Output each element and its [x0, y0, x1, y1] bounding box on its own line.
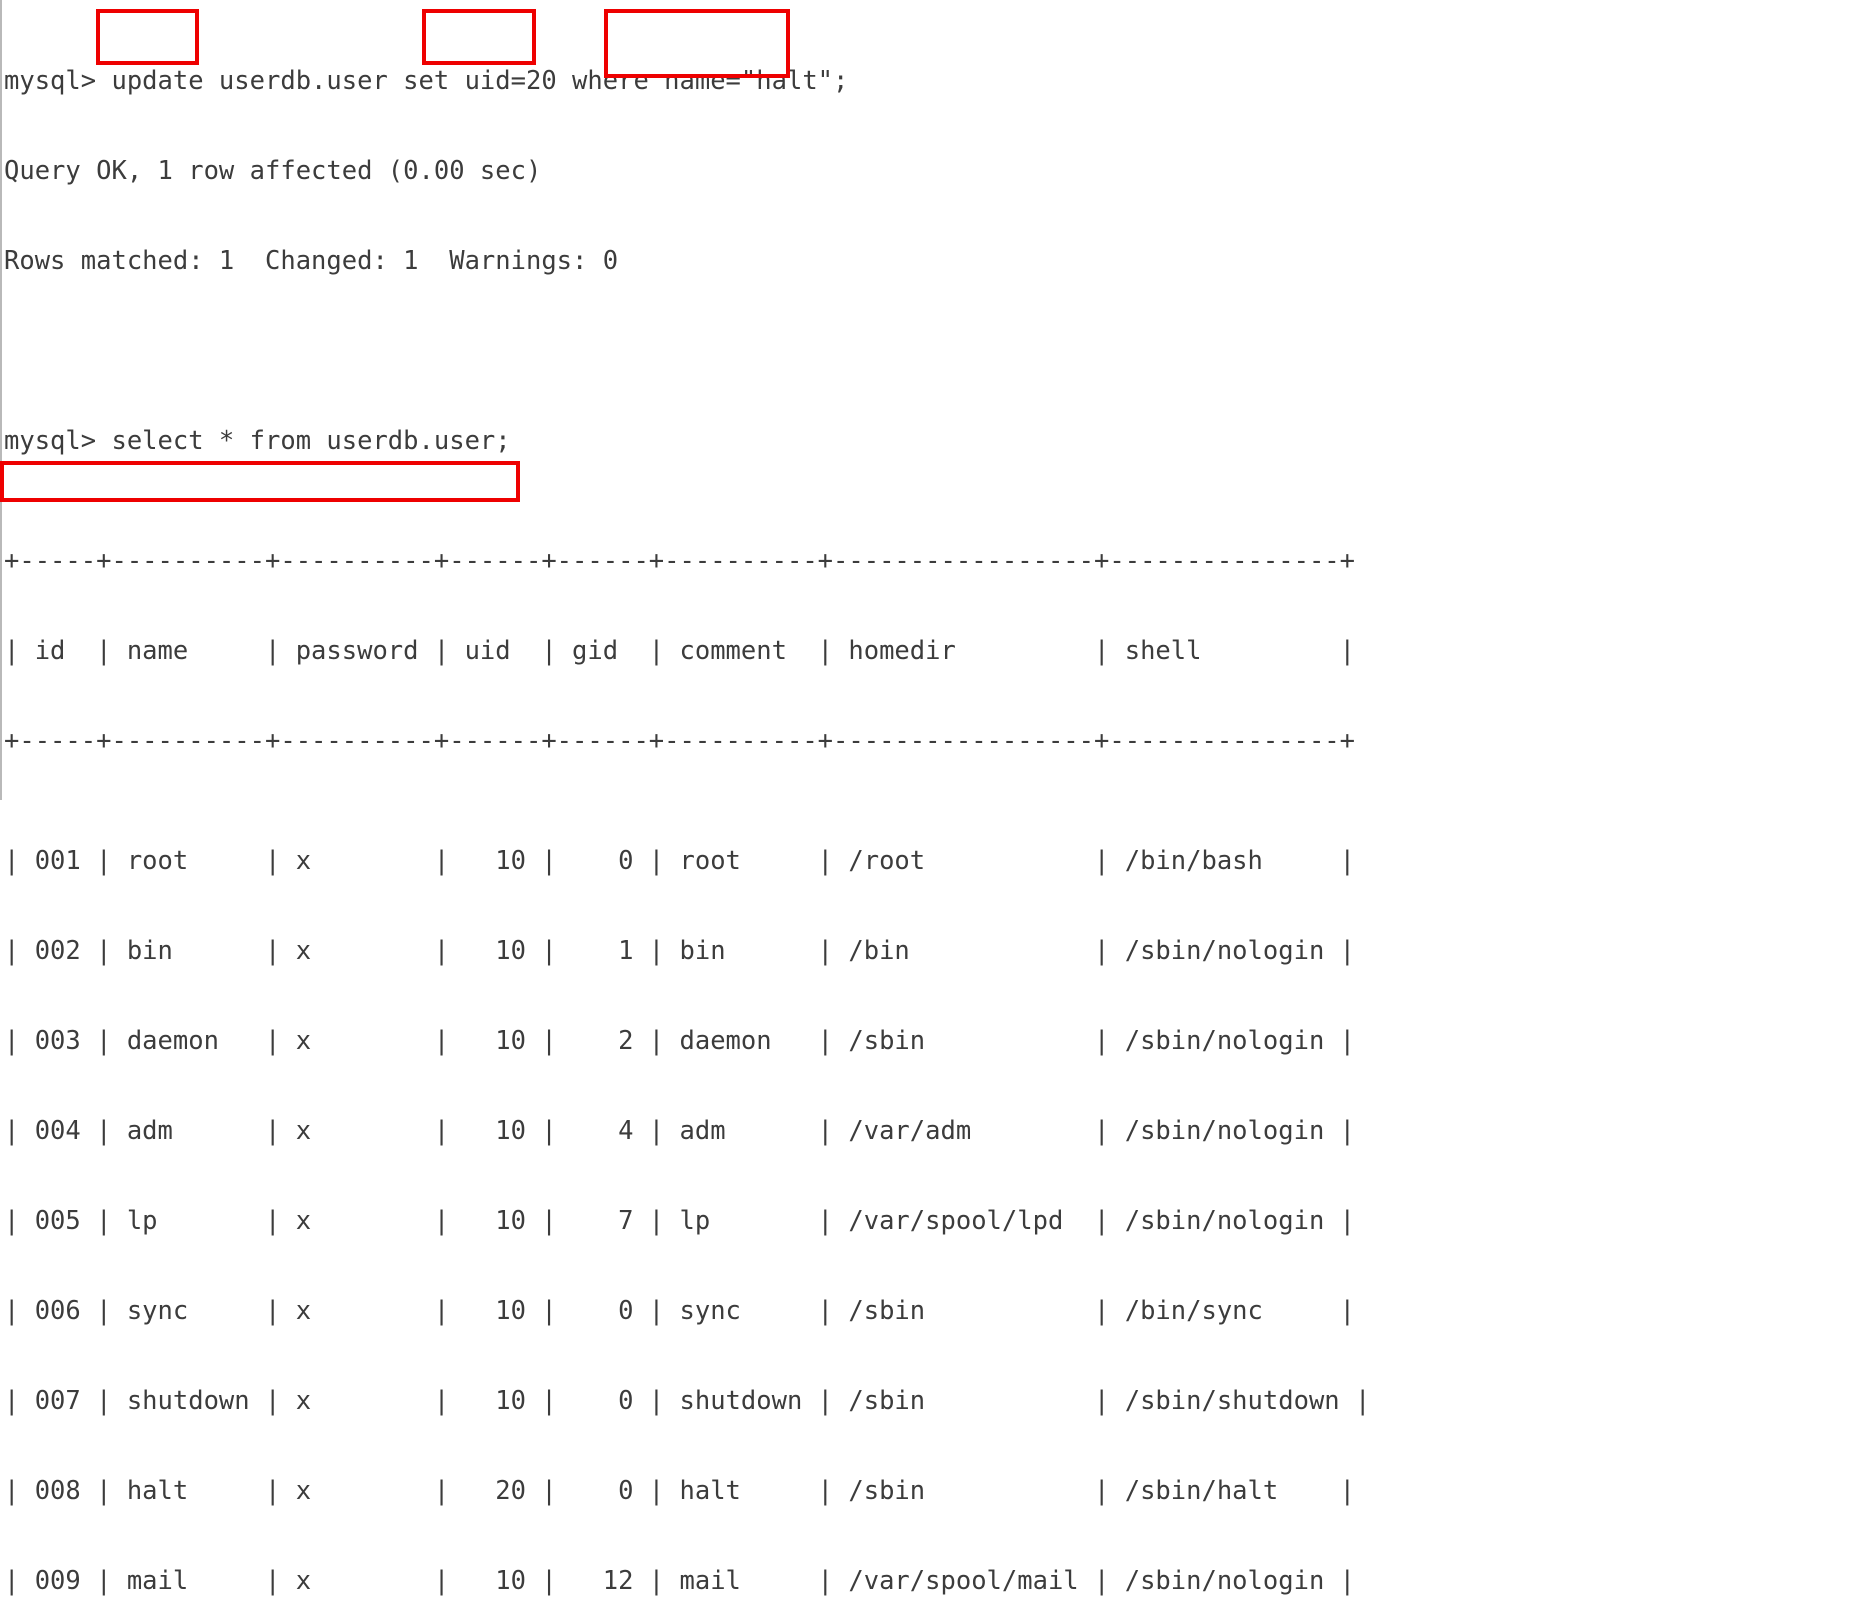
- table-row: | 007 | shutdown | x | 10 | 0 | shutdown…: [4, 1386, 1371, 1416]
- table-row: | 009 | mail | x | 10 | 12 | mail | /var…: [4, 1566, 1356, 1596]
- table-header-row: | id | name | password | uid | gid | com…: [4, 636, 1356, 666]
- table-row: | 004 | adm | x | 10 | 4 | adm | /var/ad…: [4, 1116, 1356, 1146]
- command-line-update: mysql> update userdb.user set uid=20 whe…: [4, 66, 849, 96]
- terminal-output: mysql> update userdb.user set uid=20 whe…: [4, 6, 1370, 1600]
- table-row: | 001 | root | x | 10 | 0 | root | /root…: [4, 846, 1356, 876]
- table-row: | 006 | sync | x | 10 | 0 | sync | /sbin…: [4, 1296, 1356, 1326]
- query-ok-message: Query OK, 1 row affected (0.00 sec): [4, 156, 542, 186]
- command-line-select: mysql> select * from userdb.user;: [4, 426, 511, 456]
- terminal-left-gutter: [0, 0, 2, 800]
- terminal-window[interactable]: mysql> update userdb.user set uid=20 whe…: [0, 0, 1851, 1596]
- table-row: | 005 | lp | x | 10 | 7 | lp | /var/spoo…: [4, 1206, 1356, 1236]
- table-rule-top: +-----+----------+----------+------+----…: [4, 546, 1356, 576]
- rows-matched-message: Rows matched: 1 Changed: 1 Warnings: 0: [4, 246, 619, 276]
- table-rule-header: +-----+----------+----------+------+----…: [4, 726, 1356, 756]
- table-row-halt: | 008 | halt | x | 20 | 0 | halt | /sbin…: [4, 1476, 1356, 1506]
- table-row: | 002 | bin | x | 10 | 1 | bin | /bin | …: [4, 936, 1356, 966]
- table-row: | 003 | daemon | x | 10 | 2 | daemon | /…: [4, 1026, 1356, 1056]
